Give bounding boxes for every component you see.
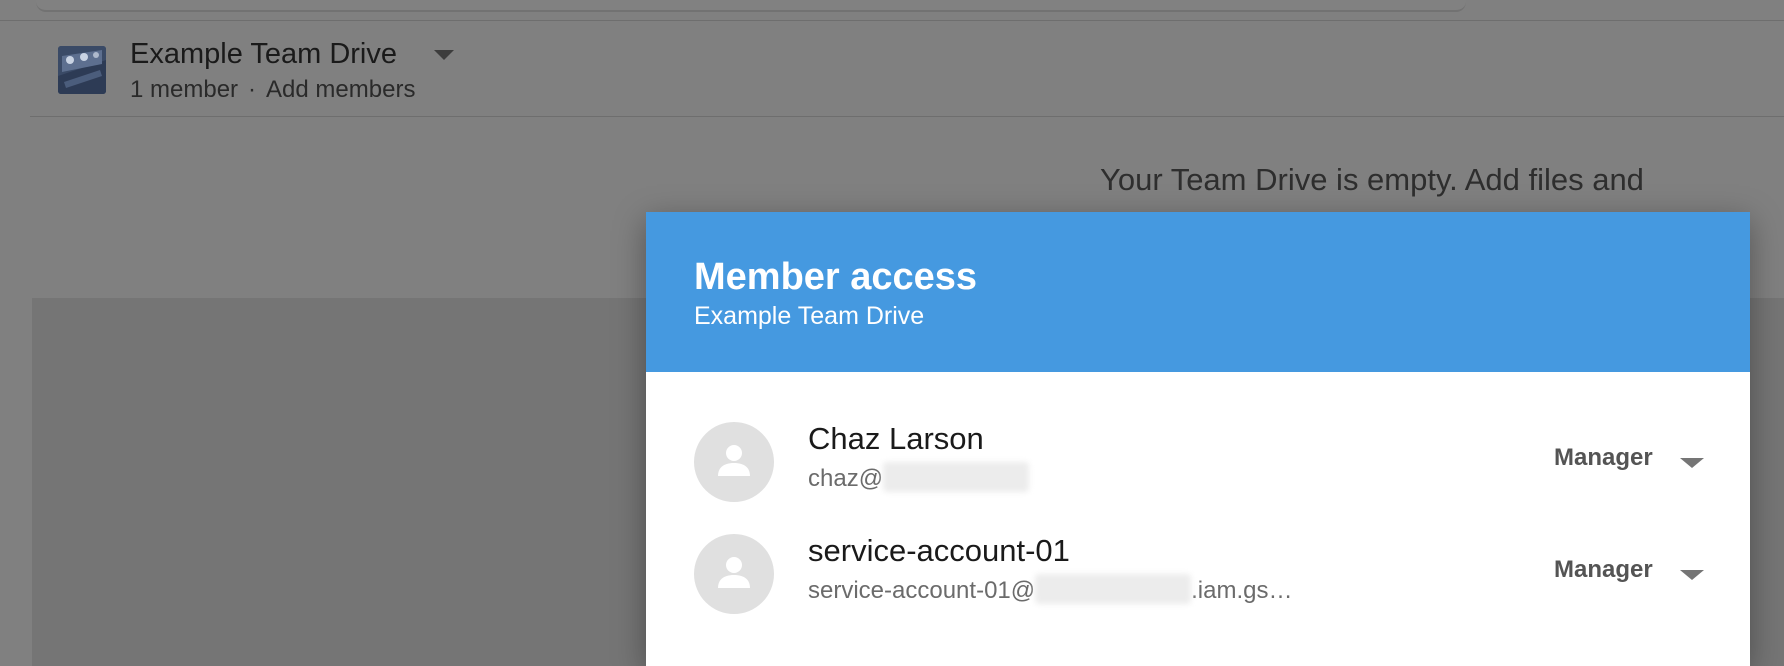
role-dropdown[interactable]: Manager xyxy=(1554,444,1704,478)
chevron-down-icon[interactable] xyxy=(1680,570,1704,580)
role-label[interactable]: Manager xyxy=(1554,556,1653,584)
email-prefix: chaz@ xyxy=(808,465,884,492)
chevron-down-icon[interactable] xyxy=(1680,458,1704,468)
dialog-header: Member access Example Team Drive xyxy=(646,212,1750,372)
email-suffix: .iam.gs… xyxy=(1191,577,1293,604)
empty-drive-message: Your Team Drive is empty. Add files and xyxy=(1100,162,1644,197)
member-name: service-account-01 xyxy=(808,533,1070,568)
team-drive-page: Example Team Drive 1 member · Add members … xyxy=(0,0,1784,666)
role-dropdown[interactable]: Manager xyxy=(1554,556,1704,590)
avatar xyxy=(694,534,774,614)
divider xyxy=(0,20,1784,21)
person-icon xyxy=(718,445,750,476)
drive-thumbnail-image xyxy=(58,46,106,94)
top-toolbar-edge xyxy=(36,0,1466,12)
member-count[interactable]: 1 member xyxy=(130,76,238,103)
separator-dot: · xyxy=(248,76,257,103)
member-row: Chaz Larson chaz@ Manager xyxy=(646,421,1750,522)
redacted-domain xyxy=(883,462,1030,492)
avatar xyxy=(694,422,774,502)
dialog-title: Member access xyxy=(694,256,978,298)
redacted-domain xyxy=(1035,574,1192,604)
divider xyxy=(30,116,1784,117)
member-name: Chaz Larson xyxy=(808,421,984,456)
email-prefix: service-account-01@ xyxy=(808,577,1036,604)
role-label[interactable]: Manager xyxy=(1554,444,1653,472)
member-email: service-account-01@ .iam.gs… xyxy=(808,574,1292,605)
chevron-down-icon[interactable] xyxy=(434,50,454,60)
dialog-subtitle: Example Team Drive xyxy=(694,302,925,330)
drive-header: Example Team Drive 1 member · Add members xyxy=(58,38,658,106)
member-row: service-account-01 service-account-01@ .i… xyxy=(646,533,1750,634)
person-icon xyxy=(718,557,750,588)
drive-title[interactable]: Example Team Drive xyxy=(130,38,397,71)
drive-subtitle: 1 member · Add members xyxy=(130,76,415,104)
member-access-dialog: Member access Example Team Drive Chaz La… xyxy=(646,212,1750,666)
member-email: chaz@ xyxy=(808,462,1030,493)
add-members-link[interactable]: Add members xyxy=(266,76,415,103)
